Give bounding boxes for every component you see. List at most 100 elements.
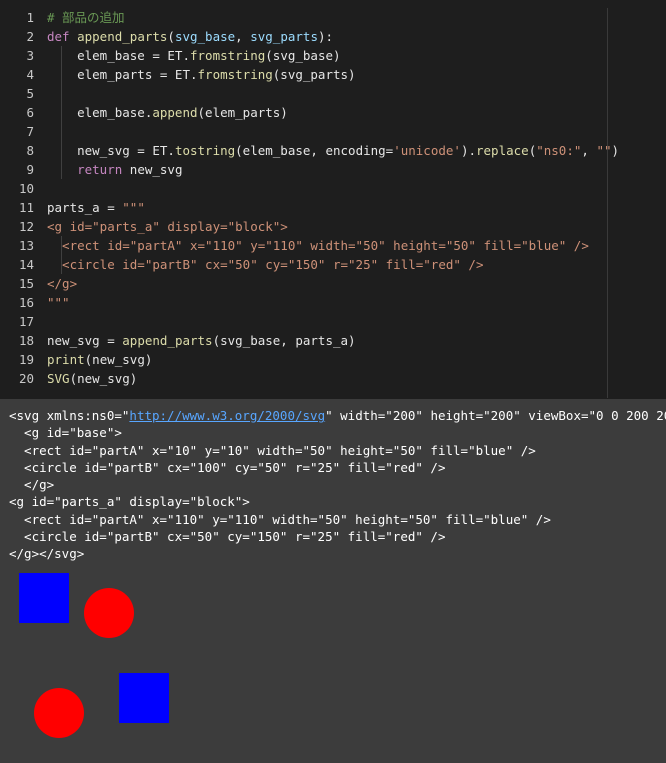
code-token: """ <box>122 200 145 215</box>
code-token: ( <box>167 29 175 44</box>
code-line: return new_svg <box>47 160 619 179</box>
line-number: 14 <box>18 257 34 272</box>
code-token: <g id="parts_a" display="block"> <box>47 219 288 234</box>
code-token: elem_base = ET. <box>47 48 190 63</box>
output-line: <g id="base"> <box>9 424 666 441</box>
code-editor[interactable]: # 部品の追加 def append_parts(svg_base, svg_pa… <box>47 8 619 388</box>
code-token: append_parts <box>122 333 213 348</box>
code-line: """ <box>47 293 619 312</box>
code-token: new_svg = ET. <box>47 143 175 158</box>
output-token: <rect id="partA" x="110" y="110" width="… <box>9 511 551 527</box>
code-line: <rect id="partA" x="110" y="110" width="… <box>47 236 619 255</box>
line-number: 8 <box>26 143 34 158</box>
line-number-gutter: 1 2 3 4 5 6 7 8 9 10 11 12 13 14 15 16 17 18 19 20 <box>0 8 34 388</box>
output-line: <rect id="partA" x="110" y="110" width="… <box>9 511 666 528</box>
line-number: 16 <box>18 295 34 310</box>
code-token: (elem_parts) <box>197 105 288 120</box>
code-token: elem_base. <box>47 105 153 120</box>
code-token: </g> <box>47 276 78 291</box>
code-token: (new_svg) <box>69 371 138 386</box>
code-token: print <box>47 352 85 367</box>
output-token: </g></svg> <box>9 546 85 562</box>
code-token: def <box>47 29 78 44</box>
line-number: 4 <box>26 67 34 82</box>
output-text: <svg xmlns:ns0="http://www.w3.org/2000/s… <box>9 407 666 563</box>
line-number: 9 <box>26 162 34 177</box>
code-token: ): <box>317 29 334 44</box>
output-token: </g> <box>9 477 55 493</box>
code-token: SVG <box>47 371 70 386</box>
output-line: <rect id="partA" x="10" y="10" width="50… <box>9 442 666 459</box>
code-token: elem_parts = ET. <box>47 67 198 82</box>
output-line: </g></svg> <box>9 545 666 562</box>
code-token: <rect id="partA" x="110" y="110" width="… <box>47 238 589 253</box>
code-token: svg_parts <box>250 29 318 44</box>
code-cell[interactable]: 1 2 3 4 5 6 7 8 9 10 11 12 13 14 15 16 17 18 19 20 # 部品の追加 d… <box>0 0 666 399</box>
output-line: <circle id="partB" cx="50" cy="150" r="2… <box>9 528 666 545</box>
code-token: fromstring <box>197 67 273 82</box>
code-token: <circle id="partB" cx="50" cy="150" r="2… <box>47 257 484 272</box>
line-number: 6 <box>26 105 34 120</box>
code-token: replace <box>476 143 529 158</box>
line-number: 2 <box>26 29 34 44</box>
code-token: append_parts <box>77 29 168 44</box>
line-number: 7 <box>26 124 34 139</box>
code-token: new_svg <box>122 162 183 177</box>
code-token: (svg_parts) <box>272 67 356 82</box>
code-token: "ns0:" <box>536 143 582 158</box>
line-number: 13 <box>18 238 34 253</box>
code-line: elem_base.append(elem_parts) <box>47 103 619 122</box>
code-token: append <box>152 105 198 120</box>
code-line: new_svg = append_parts(svg_base, parts_a… <box>47 331 619 350</box>
code-token: return <box>77 162 123 177</box>
code-line: SVG(new_svg) <box>47 369 619 388</box>
code-line: new_svg = ET.tostring(elem_base, encodin… <box>47 141 619 160</box>
code-token: svg_base <box>174 29 236 44</box>
output-token: <g id="base"> <box>9 425 122 441</box>
blue-square <box>19 573 69 623</box>
code-token: tostring <box>174 143 236 158</box>
output-line: <svg xmlns:ns0="http://www.w3.org/2000/s… <box>9 407 666 424</box>
line-number: 12 <box>18 219 34 234</box>
output-token: <svg xmlns:ns0=" <box>9 408 130 423</box>
output-line: </g> <box>9 476 666 493</box>
line-number: 10 <box>18 181 34 196</box>
code-token: ). <box>460 143 476 158</box>
output-token: <rect id="partA" x="10" y="10" width="50… <box>9 442 536 458</box>
code-token: parts_a = <box>47 200 123 215</box>
code-line: print(new_svg) <box>47 350 619 369</box>
line-number: 11 <box>18 200 34 215</box>
code-token: (new_svg) <box>84 352 153 367</box>
red-circle <box>34 688 84 738</box>
output-token: <g id="parts_a" display="block"> <box>9 494 250 510</box>
code-line: def append_parts(svg_base, svg_parts): <box>47 27 619 46</box>
namespace-link[interactable]: http://www.w3.org/2000/svg <box>129 408 325 423</box>
line-number: 15 <box>18 276 34 291</box>
line-number: 20 <box>18 371 34 386</box>
code-token: # 部品の追加 <box>47 10 125 25</box>
code-line: elem_base = ET.fromstring(svg_base) <box>47 46 619 65</box>
output-line: <circle id="partB" cx="100" cy="50" r="2… <box>9 459 666 476</box>
code-token: ) <box>611 143 620 158</box>
code-line: parts_a = """ <box>47 198 619 217</box>
code-token: """ <box>47 295 70 310</box>
code-token: (svg_base) <box>265 48 341 63</box>
svg-render-output <box>19 573 169 738</box>
line-number: 1 <box>26 10 34 25</box>
output-token: <circle id="partB" cx="50" cy="150" r="2… <box>9 529 446 545</box>
code-token: , <box>235 29 251 44</box>
code-token: "" <box>596 143 612 158</box>
code-token: new_svg = <box>47 333 123 348</box>
code-line: <g id="parts_a" display="block"> <box>47 217 619 236</box>
code-line: elem_parts = ET.fromstring(svg_parts) <box>47 65 619 84</box>
line-number: 5 <box>26 86 34 101</box>
output-token: " width="200" height="200" viewBox="0 0 … <box>325 408 666 423</box>
output-token: <circle id="partB" cx="100" cy="50" r="2… <box>9 459 446 475</box>
code-token: , <box>581 143 597 158</box>
blue-square <box>119 673 169 723</box>
line-number: 18 <box>18 333 34 348</box>
